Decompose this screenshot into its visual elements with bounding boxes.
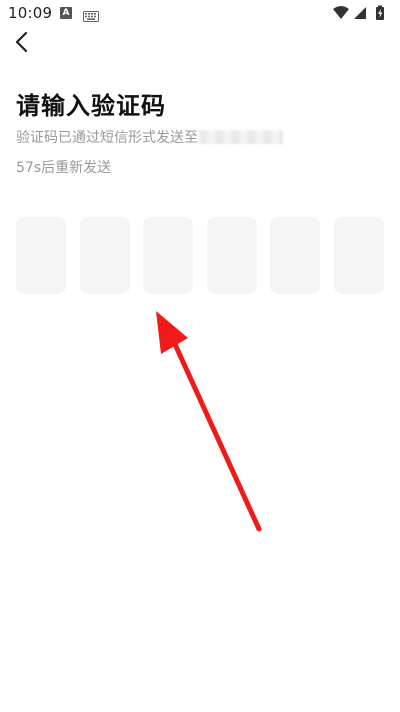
sent-to-row: 验证码已通过短信形式发送至 (16, 127, 283, 146)
wifi-icon (333, 6, 349, 19)
status-right-icons (332, 5, 392, 21)
code-digit-box-2[interactable] (79, 217, 130, 294)
page-title: 请输入验证码 (16, 92, 166, 120)
code-digit-box-5[interactable] (270, 217, 321, 294)
code-digit-box-3[interactable] (143, 217, 194, 294)
status-bar: 10:09 A (0, 0, 400, 28)
code-digit-box-4[interactable] (206, 217, 257, 294)
back-button[interactable] (8, 28, 38, 58)
notification-a-icon: A (60, 7, 72, 19)
verification-screen: 10:09 A 请输入验证码 验证码已通过短信形式发送至 57s后重新发送 (0, 0, 400, 712)
masked-phone-number (199, 130, 283, 144)
status-time: 10:09 (8, 4, 53, 22)
sent-to-text: 验证码已通过短信形式发送至 (16, 130, 198, 146)
code-digit-box-1[interactable] (16, 217, 66, 294)
verification-code-input[interactable] (16, 217, 384, 294)
keyboard-icon (83, 7, 99, 26)
chevron-left-icon (15, 31, 28, 53)
code-digit-box-6[interactable] (334, 217, 384, 294)
resend-countdown: 57s后重新发送 (16, 160, 112, 176)
battery-icon (376, 5, 384, 20)
signal-icon (354, 7, 366, 19)
